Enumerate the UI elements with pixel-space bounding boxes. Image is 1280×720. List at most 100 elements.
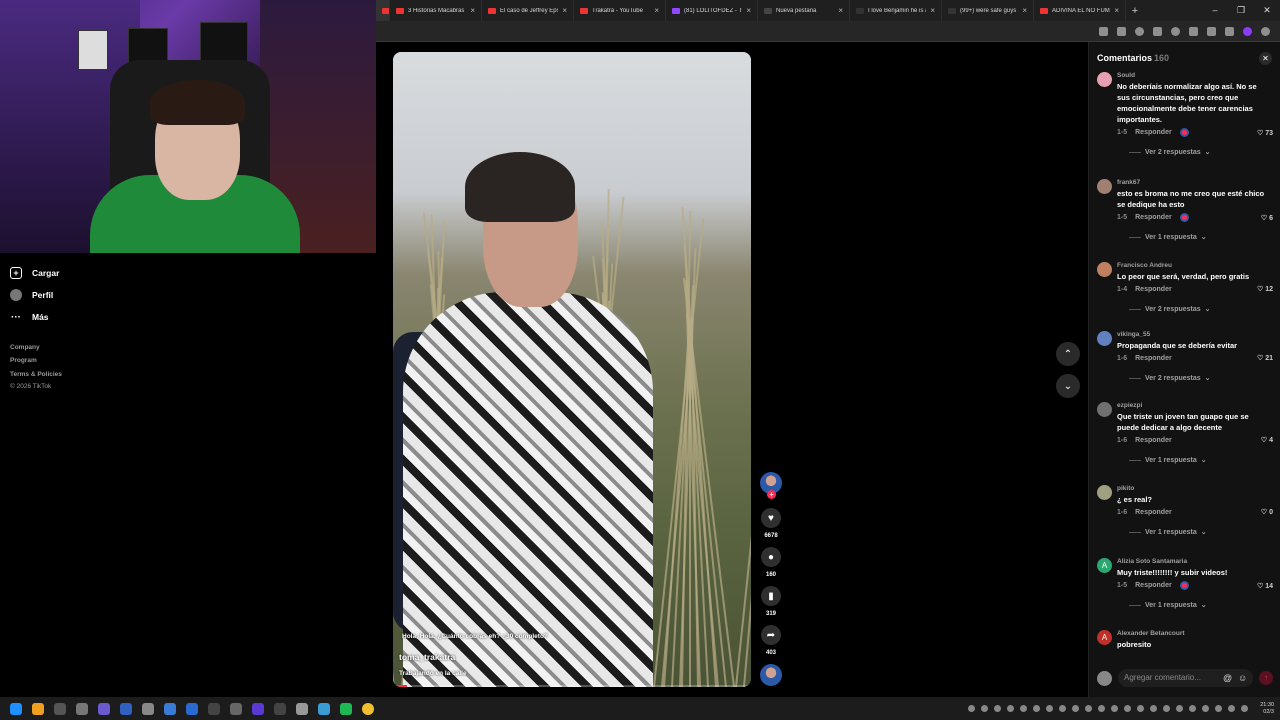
tiktok-icon[interactable] [252, 702, 264, 715]
close-tab-icon[interactable]: × [1114, 6, 1119, 15]
extension-icon[interactable] [1171, 26, 1180, 36]
comment-like-button[interactable]: ♡ 4 [1261, 436, 1273, 444]
commenter-name[interactable]: ezpiezpi [1117, 402, 1142, 409]
view-replies-button[interactable]: Ver 1 respuesta ⌄ [1129, 233, 1207, 242]
browser-tab[interactable]: Nueva pestaña × [758, 0, 850, 21]
tray-icon[interactable] [1059, 705, 1067, 712]
tray-icon[interactable] [1150, 705, 1158, 712]
follow-plus-icon[interactable]: + [767, 490, 776, 499]
commenter-name[interactable]: Alexander Betancourt [1117, 630, 1185, 637]
system-clock[interactable]: 21:30 02/3 [1260, 702, 1274, 716]
reply-button[interactable]: Responder [1135, 286, 1172, 293]
extension-icon[interactable] [1135, 26, 1144, 36]
close-tab-icon[interactable]: × [746, 6, 751, 15]
extension-icon[interactable] [1153, 26, 1162, 36]
view-replies-button[interactable]: Ver 2 respuestas ⌄ [1129, 374, 1211, 383]
browser-tab[interactable]: ADIVINA EL NO FUMA × [1034, 0, 1126, 21]
tray-icon[interactable] [1163, 705, 1171, 712]
tray-icon[interactable] [994, 705, 1002, 712]
comment-like-button[interactable]: ♡ 12 [1257, 285, 1273, 293]
profile-avatar-icon[interactable] [1243, 26, 1252, 36]
app-icon[interactable] [208, 702, 220, 715]
nav-more[interactable]: ··· Más [10, 311, 49, 323]
maximize-button[interactable]: ❐ [1228, 5, 1254, 16]
download-icon[interactable] [1225, 26, 1234, 36]
tray-icon[interactable] [1124, 705, 1132, 712]
menu-icon[interactable] [1261, 26, 1270, 36]
tray-icon[interactable] [968, 705, 976, 712]
comment-like-button[interactable]: ♡ 21 [1257, 354, 1273, 362]
commenter-name[interactable]: vikinga_55 [1117, 331, 1150, 338]
cast-icon[interactable] [1099, 26, 1108, 36]
video-player[interactable]: Hola, Hola. ¿Cuánto cobras eh? ¿30 compl… [393, 52, 751, 687]
puzzle-icon[interactable] [1189, 26, 1198, 36]
commenter-name[interactable]: Sould [1117, 72, 1135, 79]
comment-button[interactable]: ● [761, 547, 781, 567]
tray-icon[interactable] [1228, 705, 1236, 712]
browser-tab[interactable]: I love Benjamin he is a × [850, 0, 942, 21]
app-icon[interactable] [274, 702, 286, 715]
browser-tab[interactable]: (81) LOLITOFDEZ - Twi × [666, 0, 758, 21]
discord-icon[interactable] [230, 702, 242, 715]
browser-tab[interactable]: Yo [376, 0, 390, 21]
save-button[interactable]: ▮ [761, 586, 781, 606]
start-icon[interactable] [10, 702, 22, 715]
steam-icon[interactable] [142, 702, 154, 715]
tray-icon[interactable] [1202, 705, 1210, 712]
commenter-avatar[interactable] [1097, 179, 1112, 194]
like-button[interactable]: ♥ [761, 508, 781, 528]
tray-icon[interactable] [1085, 705, 1093, 712]
app-icon[interactable] [98, 702, 110, 715]
app-icon[interactable] [120, 702, 132, 715]
reply-button[interactable]: Responder [1135, 129, 1172, 136]
send-comment-button[interactable]: ↑ [1259, 671, 1273, 685]
app-icon[interactable] [296, 702, 308, 715]
comment-like-button[interactable]: ♡ 73 [1257, 129, 1273, 137]
app-icon[interactable] [164, 702, 176, 715]
comment-like-button[interactable]: ♡ 0 [1261, 508, 1273, 516]
commenter-name[interactable]: frank67 [1117, 179, 1140, 186]
reply-button[interactable]: Responder [1135, 509, 1172, 516]
footer-company-link[interactable]: Company [10, 344, 40, 351]
view-replies-button[interactable]: Ver 1 respuesta ⌄ [1129, 528, 1207, 537]
tray-icon[interactable] [981, 705, 989, 712]
commenter-avatar[interactable] [1097, 72, 1112, 87]
view-replies-button[interactable]: Ver 1 respuesta ⌄ [1129, 456, 1207, 465]
nav-profile[interactable]: Perfil [10, 289, 53, 301]
browser-tab[interactable]: El caso de Jeffrey Epst × [482, 0, 574, 21]
close-tab-icon[interactable]: × [562, 6, 567, 15]
view-replies-button[interactable]: Ver 2 respuestas ⌄ [1129, 148, 1211, 157]
video-username[interactable]: toma_trakatra [399, 652, 455, 662]
tray-icon[interactable] [1098, 705, 1106, 712]
footer-terms-link[interactable]: Terms & Policies [10, 371, 62, 378]
previous-video-button[interactable]: ⌃ [1056, 342, 1080, 366]
commenter-avatar[interactable]: A [1097, 558, 1112, 573]
footer-program-link[interactable]: Program [10, 357, 37, 364]
tray-icon[interactable] [1020, 705, 1028, 712]
tray-icon[interactable] [1046, 705, 1054, 712]
tray-icon[interactable] [1007, 705, 1015, 712]
reply-button[interactable]: Responder [1135, 214, 1172, 221]
app-icon[interactable] [76, 702, 88, 715]
close-tab-icon[interactable]: × [654, 6, 659, 15]
tray-icon[interactable] [1215, 705, 1223, 712]
chrome-icon[interactable] [362, 702, 374, 715]
app-icon[interactable] [318, 702, 330, 715]
tray-icon[interactable] [1137, 705, 1145, 712]
view-replies-button[interactable]: Ver 1 respuesta ⌄ [1129, 601, 1207, 610]
comment-input[interactable]: Agregar comentario... @ ☺ [1118, 669, 1253, 687]
commenter-name[interactable]: Francisco Andreu [1117, 262, 1172, 269]
close-tab-icon[interactable]: × [1022, 6, 1027, 15]
browser-tab[interactable]: Trakatrá - YouTube × [574, 0, 666, 21]
search-icon[interactable] [32, 702, 44, 715]
close-tab-icon[interactable]: × [930, 6, 935, 15]
tray-icon[interactable] [1189, 705, 1197, 712]
browser-tab[interactable]: 3 Historias Macabras × [390, 0, 482, 21]
next-video-button[interactable]: ⌄ [1056, 374, 1080, 398]
minimize-button[interactable]: – [1202, 5, 1228, 16]
tray-icon[interactable] [1176, 705, 1184, 712]
sound-disc-avatar[interactable] [760, 664, 782, 686]
close-comments-button[interactable]: ✕ [1259, 52, 1272, 65]
reply-button[interactable]: Responder [1135, 582, 1172, 589]
comment-like-button[interactable]: ♡ 6 [1261, 214, 1273, 222]
